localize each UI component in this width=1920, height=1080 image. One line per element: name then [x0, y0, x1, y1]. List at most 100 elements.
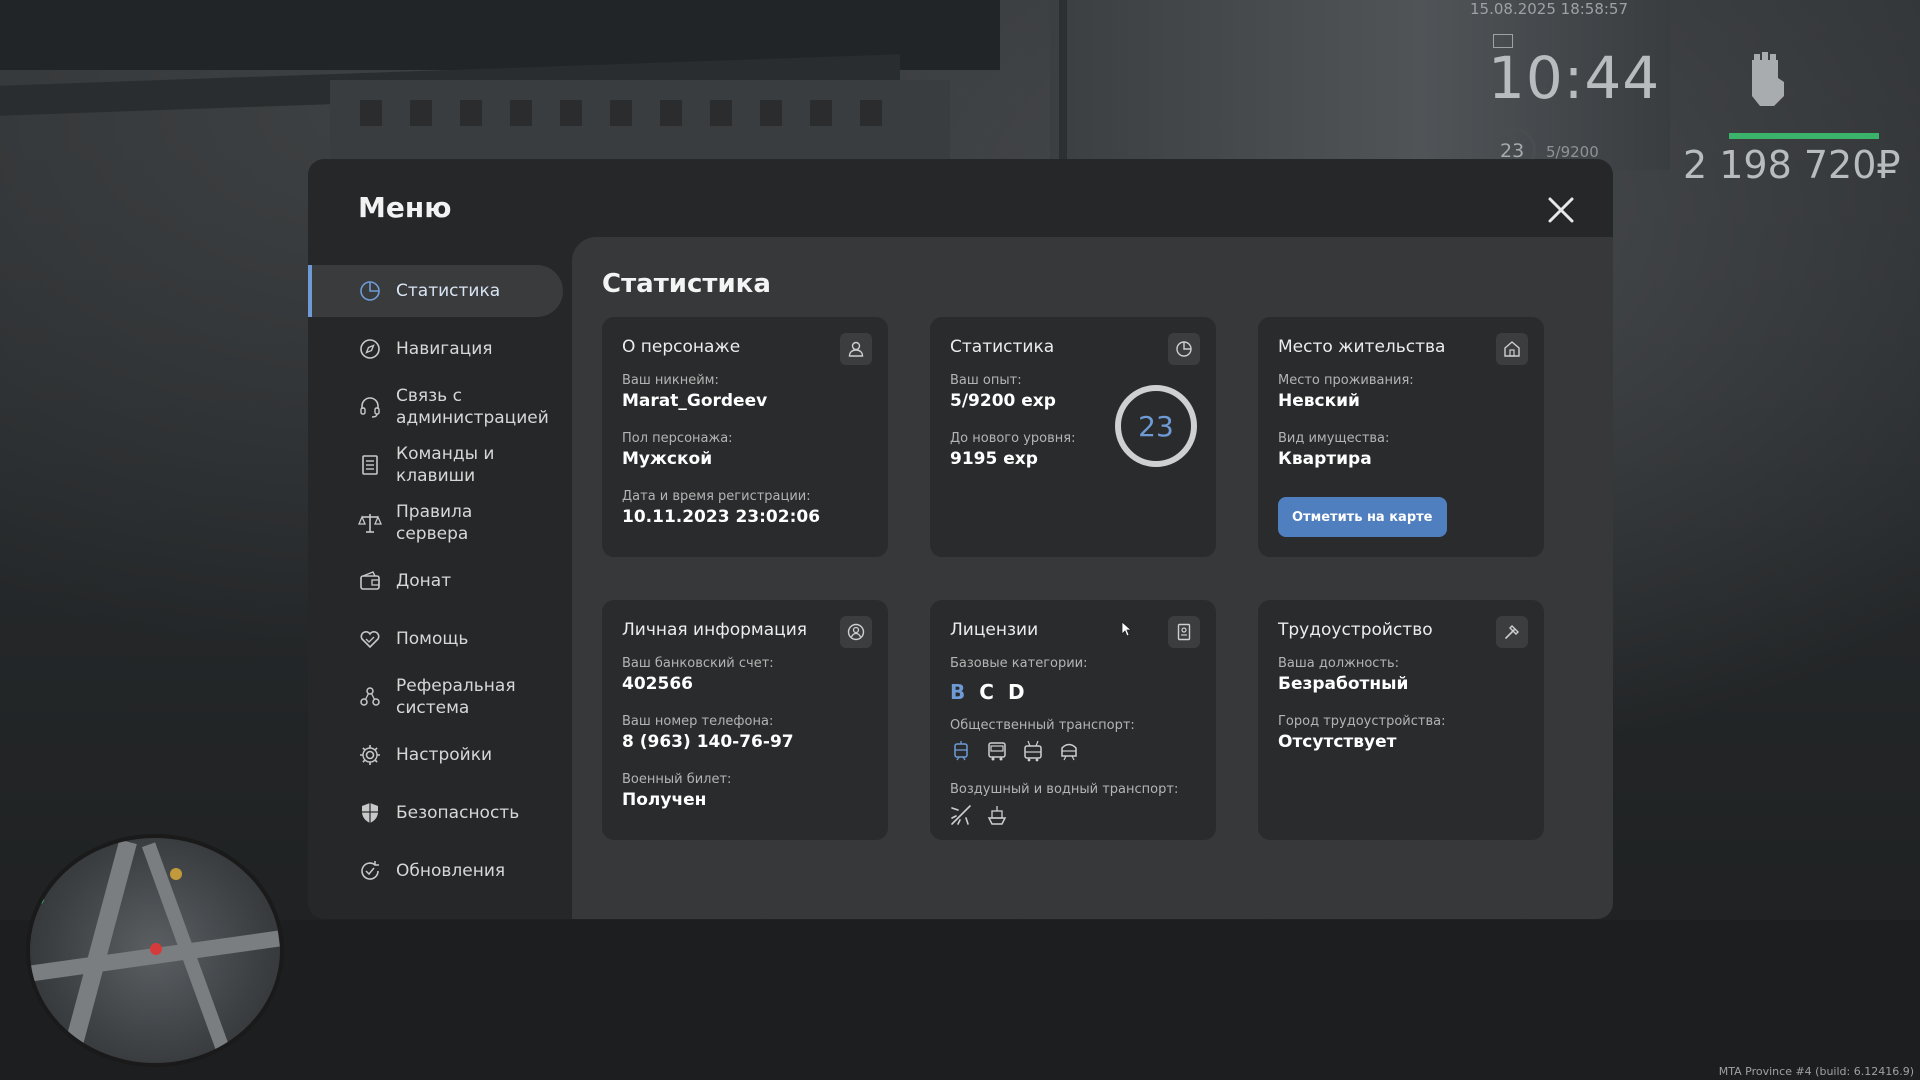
sidebar-item-security[interactable]: Безопасность [308, 787, 563, 839]
character-card: О персонаже Ваш никнейм: Marat_Gordeev П… [602, 317, 888, 557]
page-title: Статистика [602, 269, 771, 299]
close-button[interactable] [1546, 195, 1576, 225]
public-transport-icons [950, 740, 1080, 762]
people-network-icon [358, 685, 382, 709]
menu-title: Меню [358, 191, 452, 224]
card-title: О персонаже [622, 337, 741, 357]
level-value: 23 [1138, 409, 1174, 443]
field-label: Место проживания: [1278, 373, 1414, 388]
sidebar-item-label: Донат [396, 571, 452, 591]
city-value: Отсутствует [1278, 732, 1397, 752]
sidebar-item-navigation[interactable]: Навигация [308, 323, 563, 375]
field-label: Пол персонажа: [622, 431, 733, 446]
pie-chart-icon [1168, 333, 1200, 365]
shield-icon [358, 801, 382, 825]
headset-icon [358, 395, 382, 419]
fist-icon [1742, 50, 1790, 112]
field-label: Воздушный и водный транспорт: [950, 782, 1179, 797]
field-label: Ваш опыт: [950, 373, 1022, 388]
sidebar-item-label: Навигация [396, 339, 493, 359]
hud-health-bar [1729, 133, 1879, 139]
sidebar-item-label: Связь с администрацией [396, 386, 549, 428]
minimap [26, 834, 284, 1067]
bus-icon [986, 740, 1008, 762]
mouse-cursor [1121, 621, 1133, 637]
sidebar-item-server-rules[interactable]: Правила сервера [308, 497, 563, 549]
sidebar-item-label: Помощь [396, 629, 469, 649]
place-value: Невский [1278, 391, 1360, 411]
field-label: Базовые категории: [950, 656, 1088, 671]
field-label: Ваш номер телефона: [622, 714, 774, 729]
license-category: D [1007, 680, 1025, 704]
field-label: Ваша должность: [1278, 656, 1400, 671]
compass-icon [358, 337, 382, 361]
hammer-icon [1496, 616, 1528, 648]
sidebar-item-updates[interactable]: Обновления [308, 845, 563, 897]
trolleybus-icon [1022, 740, 1044, 762]
refresh-check-icon [358, 859, 382, 883]
menu-window: Меню Статистика Навигация Связь с админи… [308, 159, 1613, 919]
ship-icon [986, 804, 1008, 826]
scales-icon [358, 511, 382, 535]
wallet-icon [358, 569, 382, 593]
metro-train-icon [1058, 740, 1080, 762]
air-water-transport-icons [950, 804, 1008, 826]
gear-icon [358, 743, 382, 767]
licenses-card: Лицензии Базовые категории: B C D Общест… [930, 600, 1216, 840]
phone-value: 8 (963) 140-76-97 [622, 732, 794, 752]
field-label: Дата и время регистрации: [622, 489, 811, 504]
card-title: Статистика [950, 337, 1055, 357]
document-list-icon [358, 453, 382, 477]
nickname-value: Marat_Gordeev [622, 391, 768, 411]
sidebar-item-label: Правила сервера [396, 502, 473, 544]
card-title: Место жительства [1278, 337, 1446, 357]
field-label: Ваш никнейм: [622, 373, 719, 388]
background-ground [0, 920, 1920, 1080]
sidebar-item-label: Настройки [396, 745, 493, 765]
field-label: Город трудоустройства: [1278, 714, 1446, 729]
minimap-marker [42, 868, 54, 880]
exp-value: 5/9200 exp [950, 391, 1056, 411]
field-label: Вид имущества: [1278, 431, 1390, 446]
card-title: Лицензии [950, 620, 1039, 640]
field-label: Общественный транспорт: [950, 718, 1135, 733]
personal-info-card: Личная информация Ваш банковский счет: 4… [602, 600, 888, 840]
card-title: Трудоустройство [1278, 620, 1433, 640]
sidebar-item-admin-contact[interactable]: Связь с администрацией [308, 381, 563, 433]
sidebar-item-label: Безопасность [396, 803, 520, 823]
sidebar-item-label: Статистика [396, 281, 501, 301]
license-doc-icon [1168, 616, 1200, 648]
sidebar-item-settings[interactable]: Настройки [308, 729, 563, 781]
field-label: До нового уровня: [950, 431, 1076, 446]
minimap-player-marker [150, 943, 162, 955]
license-category: B [950, 680, 966, 704]
minimap-marker [170, 868, 182, 880]
user-circle-icon [840, 616, 872, 648]
bank-account-value: 402566 [622, 674, 693, 694]
field-label: Ваш банковский счет: [622, 656, 774, 671]
minimap-marker [32, 893, 44, 905]
hud-money: 2 198 720₽ [1683, 143, 1901, 187]
sidebar-item-referral[interactable]: Реферальная система [308, 671, 563, 723]
property-value: Квартира [1278, 449, 1372, 469]
license-category: C [979, 680, 994, 704]
sidebar-item-donate[interactable]: Донат [308, 555, 563, 607]
close-icon [1548, 197, 1574, 223]
sidebar-item-statistics[interactable]: Статистика [308, 265, 563, 317]
residence-card: Место жительства Место проживания: Невск… [1258, 317, 1544, 557]
user-icon [840, 333, 872, 365]
sidebar: Статистика Навигация Связь с администрац… [308, 265, 563, 903]
content-panel: Статистика О персонаже Ваш никнейм: Mara… [572, 237, 1613, 919]
registration-value: 10.11.2023 23:02:06 [622, 507, 821, 527]
sidebar-item-help[interactable]: Помощь [308, 613, 563, 665]
tram-icon [950, 740, 972, 762]
sidebar-item-label: Обновления [396, 861, 506, 881]
heart-hand-icon [358, 627, 382, 651]
mark-on-map-button[interactable]: Отметить на карте [1278, 497, 1447, 537]
airplane-icon [950, 804, 972, 826]
sidebar-item-commands[interactable]: Команды и клавиши [308, 439, 563, 491]
position-value: Безработный [1278, 674, 1409, 694]
hud-clock: 10:44 [1488, 44, 1661, 112]
card-title: Личная информация [622, 620, 808, 640]
statistics-card: Статистика Ваш опыт: 5/9200 exp До новог… [930, 317, 1216, 557]
